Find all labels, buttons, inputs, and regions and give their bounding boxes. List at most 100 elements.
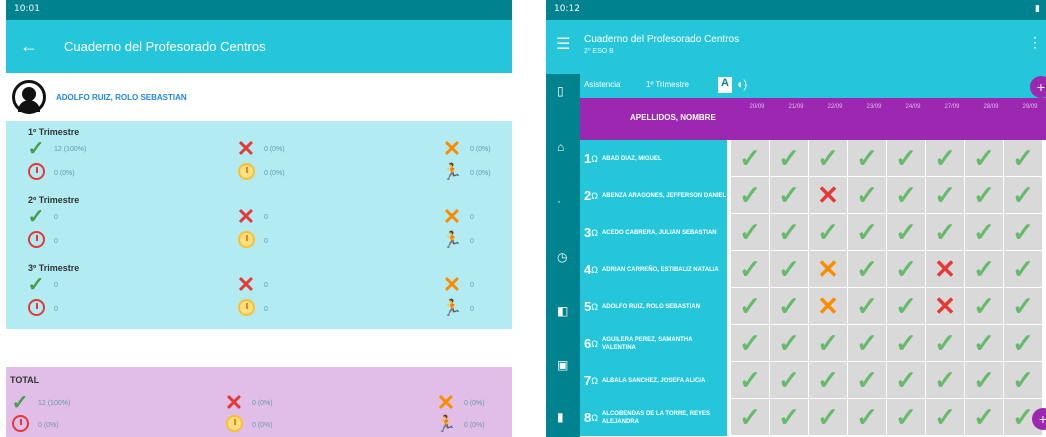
back-arrow-icon[interactable]: ← <box>20 36 38 57</box>
check-mark[interactable]: ✓ <box>965 177 1004 214</box>
student-cell[interactable]: 8 Ω ALCOBENDAS DE LA TORRE, REYES ALEJANDR… <box>580 399 731 436</box>
check-mark[interactable]: ✓ <box>770 140 809 177</box>
justified-late-count: 0 <box>236 231 268 251</box>
student-cell[interactable]: 4 Ω ADRIAN CARREÑO, ESTIBALIZ NATALIA <box>580 251 731 288</box>
absence-mark[interactable]: ✕ <box>809 177 848 214</box>
value: 0 (0%) <box>470 169 491 177</box>
check-mark[interactable]: ✓ <box>770 177 809 214</box>
check-mark[interactable]: ✓ <box>1004 288 1043 325</box>
absence-mark[interactable]: ✕ <box>926 288 965 325</box>
nav-icon[interactable]: · <box>557 194 561 208</box>
check-mark[interactable]: ✓ <box>1004 325 1043 362</box>
cross-icon: ✕ <box>236 272 256 297</box>
attendance-count: ✓ 0 <box>26 207 58 227</box>
side-nav: ▯ ⌂ · ◷ ◧ ▣ ▮ <box>546 74 580 437</box>
check-mark[interactable]: ✓ <box>731 140 770 177</box>
trimesters-panel: 1º Trimestre ✓ 12 (100%) 0 (0%) ✕ 0 (0%) 0… <box>6 121 512 329</box>
student-cell[interactable]: 7 Ω ALBALA SANCHEZ, JOSEFA ALICIA <box>580 362 731 399</box>
justified-absence-mark[interactable]: ✕ <box>809 288 848 325</box>
check-mark[interactable]: ✓ <box>848 325 887 362</box>
check-mark[interactable]: ✓ <box>809 214 848 251</box>
check-mark[interactable]: ✓ <box>809 140 848 177</box>
justified-absence-mark[interactable]: ✕ <box>809 251 848 288</box>
check-mark[interactable]: ✓ <box>965 214 1004 251</box>
check-mark[interactable]: ✓ <box>731 251 770 288</box>
check-mark[interactable]: ✓ <box>1004 362 1043 399</box>
trimester-title: 2º Trimestre <box>28 195 80 205</box>
check-mark[interactable]: ✓ <box>731 325 770 362</box>
calendar-icon[interactable]: ▣ <box>557 358 568 372</box>
check-mark[interactable]: ✓ <box>731 362 770 399</box>
check-mark[interactable]: ✓ <box>1004 251 1043 288</box>
check-mark[interactable]: ✓ <box>848 399 887 436</box>
book-icon[interactable]: ◧ <box>557 304 568 318</box>
sound-icon[interactable]: ◖) <box>736 77 747 91</box>
filter-trimester[interactable]: 1º Trimestre <box>646 80 689 89</box>
check-mark[interactable]: ✓ <box>1004 214 1043 251</box>
check-mark[interactable]: ✓ <box>887 399 926 436</box>
check-mark[interactable]: ✓ <box>770 399 809 436</box>
cross-orange-icon: ✕ <box>442 204 462 229</box>
font-size-icon[interactable]: A <box>718 77 732 93</box>
check-mark[interactable]: ✓ <box>770 288 809 325</box>
check-mark[interactable]: ✓ <box>809 325 848 362</box>
check-mark[interactable]: ✓ <box>965 325 1004 362</box>
check-mark[interactable]: ✓ <box>770 214 809 251</box>
check-mark[interactable]: ✓ <box>965 251 1004 288</box>
value: 0 (0%) <box>464 421 485 429</box>
check-mark[interactable]: ✓ <box>965 140 1004 177</box>
check-mark[interactable]: ✓ <box>731 214 770 251</box>
check-mark[interactable]: ✓ <box>887 140 926 177</box>
check-mark[interactable]: ✓ <box>731 177 770 214</box>
student-cell[interactable]: 5 Ω ADOLFO RUIZ, ROLO SEBASTIAN <box>580 288 731 325</box>
check-mark[interactable]: ✓ <box>926 140 965 177</box>
check-mark[interactable]: ✓ <box>887 362 926 399</box>
cross-orange-icon: ✕ <box>436 390 456 415</box>
value: 0 <box>470 237 474 245</box>
check-mark[interactable]: ✓ <box>965 399 1004 436</box>
check-mark[interactable]: ✓ <box>809 362 848 399</box>
student-cell[interactable]: 1 Ω ABAD DIAZ, MIGUEL <box>580 140 731 177</box>
check-mark[interactable]: ✓ <box>770 325 809 362</box>
check-mark[interactable]: ✓ <box>887 288 926 325</box>
check-mark[interactable]: ✓ <box>731 399 770 436</box>
check-mark[interactable]: ✓ <box>926 214 965 251</box>
check-mark[interactable]: ✓ <box>887 177 926 214</box>
check-mark[interactable]: ✓ <box>848 177 887 214</box>
check-mark[interactable]: ✓ <box>848 288 887 325</box>
home-icon[interactable]: ⌂ <box>557 140 564 154</box>
check-mark[interactable]: ✓ <box>770 251 809 288</box>
more-options-icon[interactable]: ⋮ <box>1028 34 1042 51</box>
check-mark[interactable]: ✓ <box>848 214 887 251</box>
check-mark[interactable]: ✓ <box>887 214 926 251</box>
student-cell[interactable]: 6 Ω AGUILERA PEREZ, SAMANTHA VALENTINA <box>580 325 731 362</box>
settings-icon[interactable]: ▮ <box>557 410 564 424</box>
check-mark[interactable]: ✓ <box>965 288 1004 325</box>
check-mark[interactable]: ✓ <box>887 325 926 362</box>
check-mark[interactable]: ✓ <box>1004 140 1043 177</box>
check-mark[interactable]: ✓ <box>926 177 965 214</box>
value: 0 <box>264 305 268 313</box>
menu-icon[interactable]: ☰ <box>556 34 570 54</box>
check-mark[interactable]: ✓ <box>1004 177 1043 214</box>
check-mark[interactable]: ✓ <box>887 251 926 288</box>
check-mark[interactable]: ✓ <box>848 251 887 288</box>
add-fab-icon[interactable]: + <box>1030 76 1046 98</box>
check-mark[interactable]: ✓ <box>848 140 887 177</box>
check-mark[interactable]: ✓ <box>848 362 887 399</box>
phone-icon[interactable]: ▯ <box>557 84 564 98</box>
check-mark[interactable]: ✓ <box>965 362 1004 399</box>
running-person-icon: 🏃 <box>442 232 462 249</box>
student-cell[interactable]: 3 Ω ACEDO CABRERA, JULIAN SEBASTIAN <box>580 214 731 251</box>
cross-orange-icon: ✕ <box>442 272 462 297</box>
check-mark[interactable]: ✓ <box>809 399 848 436</box>
check-mark[interactable]: ✓ <box>731 288 770 325</box>
check-mark[interactable]: ✓ <box>926 399 965 436</box>
student-cell[interactable]: 2 Ω ABENZA ARAGONES, JEFFERSON DANIEL <box>580 177 731 214</box>
filter-type[interactable]: Asistencia <box>584 80 620 89</box>
absence-mark[interactable]: ✕ <box>926 251 965 288</box>
check-mark[interactable]: ✓ <box>926 362 965 399</box>
clock-nav-icon[interactable]: ◷ <box>557 250 567 264</box>
check-mark[interactable]: ✓ <box>770 362 809 399</box>
check-mark[interactable]: ✓ <box>926 325 965 362</box>
